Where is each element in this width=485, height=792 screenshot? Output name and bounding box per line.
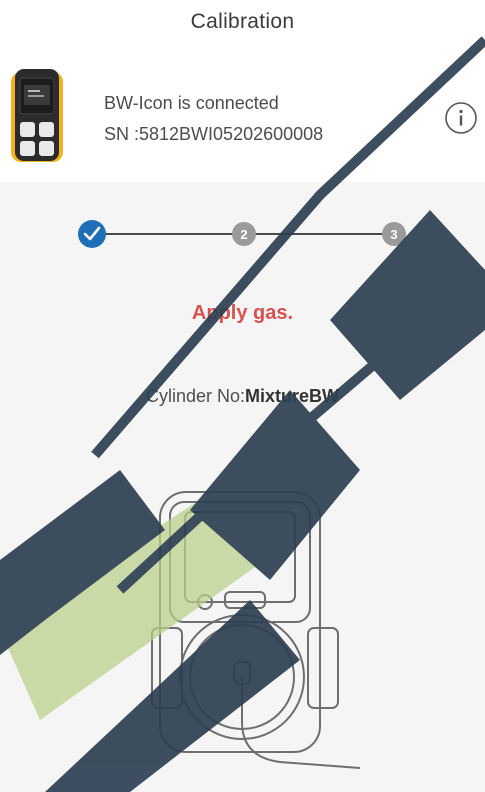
info-icon[interactable]: [444, 101, 478, 135]
cylinder-value: MixtureBW: [245, 386, 340, 406]
device-info-row: BW-Icon is connected SN :5812BWI05202600…: [0, 60, 485, 178]
step-1-done: [78, 220, 106, 248]
status-message: Apply gas.: [191, 302, 294, 324]
step-2-label: 2: [240, 227, 247, 242]
calibration-panel: 2 3 Apply gas. Cylinder No:MixtureBW: [0, 182, 485, 792]
progress-stepper: 2 3: [78, 220, 406, 248]
app-header: Calibration: [0, 0, 485, 44]
cylinder-number: Cylinder No:MixtureBW: [0, 386, 485, 407]
gas-detector-thumbnail: [11, 69, 63, 162]
device-calibration-illustration: [151, 491, 360, 769]
step-2-active: 2: [232, 222, 256, 246]
step-3-pending: 3: [382, 222, 406, 246]
serial-number: SN :5812BWI05202600008: [104, 124, 324, 144]
connection-status: BW-Icon is connected: [104, 93, 279, 113]
step-3-label: 3: [390, 227, 397, 242]
cylinder-label: Cylinder No:: [145, 386, 246, 406]
device-text: BW-Icon is connected SN :5812BWI05202600…: [104, 88, 323, 150]
page-title: Calibration: [190, 10, 295, 33]
